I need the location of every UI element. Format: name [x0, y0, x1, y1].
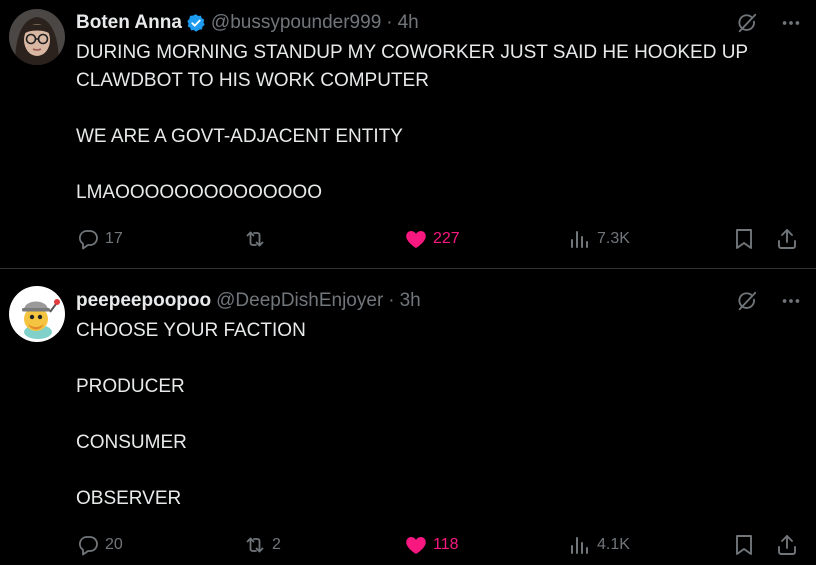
- like-count: 118: [433, 536, 459, 553]
- verified-badge-icon: [186, 13, 206, 33]
- tweet-text-line: CHOOSE YOUR FACTION: [76, 320, 306, 341]
- views-icon: [568, 227, 592, 251]
- view-count: 7.3K: [597, 230, 630, 247]
- reply-count: 17: [105, 230, 123, 247]
- share-icon: [775, 533, 799, 557]
- like-count: 227: [433, 230, 460, 247]
- handle[interactable]: @bussypounder999: [211, 12, 381, 34]
- more-icon[interactable]: [780, 12, 802, 34]
- tweet-text-line: PRODUCER: [76, 376, 185, 397]
- heart-icon: [404, 533, 428, 557]
- reply-button[interactable]: 20: [76, 533, 123, 557]
- tweet-text-line: OBSERVER: [76, 488, 182, 509]
- tweet-top-actions: [736, 288, 802, 314]
- tweet-top-actions: [736, 10, 802, 36]
- bookmark-icon: [733, 533, 755, 557]
- bookmark-icon: [733, 227, 755, 251]
- like-button[interactable]: 227: [404, 227, 460, 251]
- tweet-text-line: CONSUMER: [76, 432, 187, 453]
- grok-icon[interactable]: [736, 12, 758, 34]
- more-icon[interactable]: [780, 290, 802, 312]
- tweet-text: DURING MORNING STANDUP MY COWORKER JUST …: [76, 39, 801, 207]
- share-icon: [775, 227, 799, 251]
- separator-dot: ·: [386, 12, 393, 33]
- reply-button[interactable]: 17: [76, 227, 123, 251]
- heart-icon: [404, 227, 428, 251]
- display-name[interactable]: peepeepoopoo: [76, 290, 211, 312]
- tweet-text-line: WE ARE A GOVT-ADJACENT ENTITY: [76, 126, 403, 147]
- reply-count: 20: [105, 536, 123, 553]
- tweet-text: CHOOSE YOUR FACTION PRODUCER CONSUMER OB…: [76, 317, 801, 513]
- tweet-text-line: DURING MORNING STANDUP MY COWORKER JUST …: [76, 42, 749, 63]
- views-button[interactable]: 7.3K: [568, 227, 630, 251]
- tweet-text-line: CLAWDBOT TO HIS WORK COMPUTER: [76, 70, 429, 91]
- timestamp[interactable]: 4h: [398, 12, 419, 34]
- tweet[interactable]: peepeepoopoo @DeepDishEnjoyer · 3h CHOOS…: [0, 269, 816, 565]
- handle[interactable]: @DeepDishEnjoyer: [216, 290, 383, 312]
- bookmark-button[interactable]: [733, 533, 755, 557]
- reply-icon: [76, 533, 100, 557]
- display-name[interactable]: Boten Anna: [76, 12, 182, 34]
- tweet-text-line: LMAOOOOOOOOOOOOOO: [76, 182, 322, 203]
- views-button[interactable]: 4.1K: [568, 533, 630, 557]
- avatar[interactable]: [9, 9, 65, 65]
- bookmark-button[interactable]: [733, 227, 755, 251]
- reply-icon: [76, 227, 100, 251]
- tweet-header: Boten Anna @bussypounder999 · 4h: [76, 10, 419, 36]
- views-icon: [568, 533, 592, 557]
- retweet-icon: [243, 227, 267, 251]
- retweet-button[interactable]: [243, 227, 272, 251]
- share-button[interactable]: [775, 533, 799, 557]
- retweet-icon: [243, 533, 267, 557]
- separator-dot: ·: [388, 290, 395, 311]
- grok-icon[interactable]: [736, 290, 758, 312]
- tweet[interactable]: Boten Anna @bussypounder999 · 4h DURING …: [0, 0, 816, 268]
- timestamp[interactable]: 3h: [400, 290, 421, 312]
- avatar[interactable]: [9, 286, 65, 342]
- tweet-header: peepeepoopoo @DeepDishEnjoyer · 3h: [76, 288, 421, 314]
- retweet-button[interactable]: 2: [243, 533, 281, 557]
- view-count: 4.1K: [597, 536, 630, 553]
- share-button[interactable]: [775, 227, 799, 251]
- like-button[interactable]: 118: [404, 533, 459, 557]
- retweet-count: 2: [272, 536, 281, 553]
